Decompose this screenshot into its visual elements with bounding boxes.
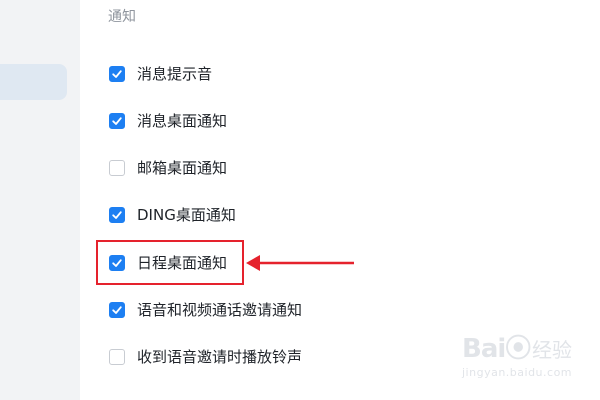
option-call-invite-notification[interactable]: 语音和视频通话邀请通知 xyxy=(109,298,302,322)
watermark-brand-cn: 经验 xyxy=(532,338,572,362)
option-label: 语音和视频通话邀请通知 xyxy=(137,301,303,319)
option-label: 消息提示音 xyxy=(137,65,213,83)
option-mail-desktop-notification[interactable]: 邮箱桌面通知 xyxy=(109,156,227,180)
checkmark-icon xyxy=(112,211,122,219)
checkbox-checked[interactable] xyxy=(109,302,125,318)
annotation-highlight-box xyxy=(96,240,244,285)
checkmark-icon xyxy=(112,70,122,78)
option-label: 消息桌面通知 xyxy=(137,112,228,130)
checkmark-icon xyxy=(112,117,122,125)
option-label: 邮箱桌面通知 xyxy=(137,159,228,177)
sidebar-item-selected[interactable] xyxy=(0,64,67,100)
checkbox-checked[interactable] xyxy=(109,207,125,223)
option-label: 收到语音邀请时播放铃声 xyxy=(137,348,303,366)
watermark-url: jingyan.baidu.com xyxy=(462,366,573,379)
checkbox-checked[interactable] xyxy=(109,113,125,129)
watermark: Bai⦿ 经验 jingyan.baidu.com xyxy=(452,328,582,388)
option-message-sound[interactable]: 消息提示音 xyxy=(109,62,212,86)
option-label: DING桌面通知 xyxy=(137,206,236,224)
annotation-arrow-icon xyxy=(246,255,354,271)
checkbox-checked[interactable] xyxy=(109,66,125,82)
checkmark-icon xyxy=(112,306,122,314)
option-voice-invite-ringtone[interactable]: 收到语音邀请时播放铃声 xyxy=(109,345,302,369)
settings-window: 通知 消息提示音 消息桌面通知 邮箱桌面通知 DING桌面通知 日程桌面通知 语… xyxy=(0,0,600,400)
option-message-desktop-notification[interactable]: 消息桌面通知 xyxy=(109,109,227,133)
sidebar xyxy=(0,0,80,400)
option-ding-desktop-notification[interactable]: DING桌面通知 xyxy=(109,203,236,227)
section-title: 通知 xyxy=(108,9,136,25)
checkbox-unchecked[interactable] xyxy=(109,349,125,365)
watermark-brand: Bai⦿ xyxy=(462,334,531,364)
checkbox-unchecked[interactable] xyxy=(109,160,125,176)
